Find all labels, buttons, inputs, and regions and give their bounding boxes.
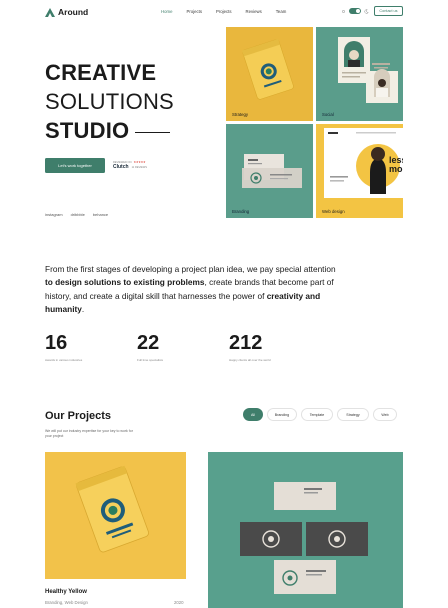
about-bold-1: to design solutions to existing problems bbox=[45, 277, 205, 288]
logo[interactable]: Around bbox=[45, 7, 88, 17]
project-card-tags: Branding, Web Design bbox=[45, 600, 88, 605]
hero-line-creative: CREATIVE bbox=[45, 60, 157, 85]
project-card-branding[interactable] bbox=[208, 452, 403, 608]
stat-clients: 212 Happy clients all over the world bbox=[229, 331, 271, 362]
nav-item-projects-2[interactable]: Projects bbox=[216, 9, 232, 14]
social-link-behance[interactable]: behance bbox=[93, 212, 108, 217]
business-cards-image bbox=[242, 154, 302, 188]
project-card-healthy-yellow[interactable] bbox=[45, 452, 186, 579]
rating-stars-icon: ★★★★★ bbox=[133, 160, 146, 164]
nav-item-reviews[interactable]: Reviews bbox=[246, 9, 262, 14]
project-filters: All Branding Template Strategy Web bbox=[243, 408, 397, 421]
clutch-name-row: Clutch 11 REVIEWS bbox=[113, 164, 147, 170]
site-header: Around Home Projects Projects Reviews Te… bbox=[0, 0, 448, 24]
project-card-year: 2020 bbox=[174, 600, 184, 605]
sun-icon bbox=[342, 9, 345, 13]
main-nav: Home Projects Projects Reviews Team bbox=[161, 9, 300, 14]
stat-awards: 16 Awards in various industries bbox=[45, 331, 82, 362]
moon-icon bbox=[364, 8, 369, 14]
logo-text: Around bbox=[58, 7, 89, 17]
about-paragraph: From the first stages of developing a pr… bbox=[45, 263, 345, 316]
logo-mark-icon bbox=[45, 7, 55, 17]
hero-title: CREATIVE SOLUTIONS STUDIO bbox=[45, 58, 174, 145]
hero-line-studio: STUDIO bbox=[45, 118, 130, 143]
social-link-instagram[interactable]: instagram bbox=[45, 212, 63, 217]
social-link-dribbble[interactable]: dribbble bbox=[71, 212, 85, 217]
filter-strategy[interactable]: Strategy bbox=[337, 408, 369, 421]
projects-title: Our Projects bbox=[45, 410, 112, 422]
projects-subtitle: We will put our industry expertise for y… bbox=[45, 429, 133, 438]
hero-line-studio-row: STUDIO bbox=[45, 116, 174, 145]
about-text-3: . bbox=[81, 303, 85, 314]
clutch-logo: Clutch bbox=[113, 164, 129, 170]
stat-value: 212 bbox=[229, 332, 263, 354]
project-image-business-cards bbox=[240, 482, 368, 594]
filter-branding[interactable]: Branding bbox=[267, 408, 297, 421]
clutch-review-count: 11 REVIEWS bbox=[131, 166, 147, 169]
stat-value: 22 bbox=[137, 332, 160, 354]
nav-item-home[interactable]: Home bbox=[161, 9, 172, 14]
project-card-title[interactable]: Healthy Yellow bbox=[45, 589, 87, 595]
nav-item-projects[interactable]: Projects bbox=[186, 9, 202, 14]
stat-label: Full time specialists bbox=[137, 358, 164, 362]
stat-label: Awards in various industries bbox=[45, 358, 83, 362]
hero-line-solutions: SOLUTIONS bbox=[45, 89, 174, 114]
web-tile-text: less more bbox=[389, 156, 403, 174]
filter-web[interactable]: Web bbox=[373, 408, 397, 421]
tile-social[interactable]: Social bbox=[316, 27, 403, 121]
clutch-badge[interactable]: REVIEWED ON ★★★★★ Clutch 11 REVIEWS bbox=[113, 160, 147, 170]
coffee-pouch-image bbox=[242, 38, 294, 100]
tile-label-web-design: Web design bbox=[322, 209, 345, 214]
tile-label-social: Social bbox=[322, 112, 334, 117]
theme-toggle[interactable] bbox=[341, 8, 369, 14]
stat-specialists: 22 Full time specialists bbox=[137, 331, 163, 362]
web-tile-text-line2: more bbox=[389, 164, 403, 174]
social-links: instagram dribbble behance bbox=[45, 212, 108, 217]
filter-all[interactable]: All bbox=[243, 408, 263, 421]
filter-template[interactable]: Template bbox=[301, 408, 333, 421]
theme-switch[interactable] bbox=[349, 8, 361, 14]
tile-branding[interactable]: Branding bbox=[226, 124, 313, 218]
about-text-1: From the first stages of developing a pr… bbox=[45, 264, 336, 274]
tile-label-branding: Branding bbox=[232, 209, 250, 214]
tile-web-design[interactable]: less more Web design bbox=[316, 124, 403, 218]
tile-label-strategy: Strategy bbox=[232, 112, 249, 117]
tile-strategy[interactable]: Strategy bbox=[226, 27, 313, 121]
work-together-button[interactable]: Let's work together bbox=[45, 158, 105, 173]
social-posts-image bbox=[338, 37, 398, 103]
nav-item-team[interactable]: Team bbox=[276, 9, 287, 14]
stat-label: Happy clients all over the world bbox=[229, 358, 271, 362]
contact-button[interactable]: Contact us bbox=[374, 6, 403, 16]
hero-title-divider bbox=[135, 131, 171, 133]
project-image-coffee-pouch bbox=[75, 465, 149, 553]
stat-value: 16 bbox=[45, 332, 68, 354]
